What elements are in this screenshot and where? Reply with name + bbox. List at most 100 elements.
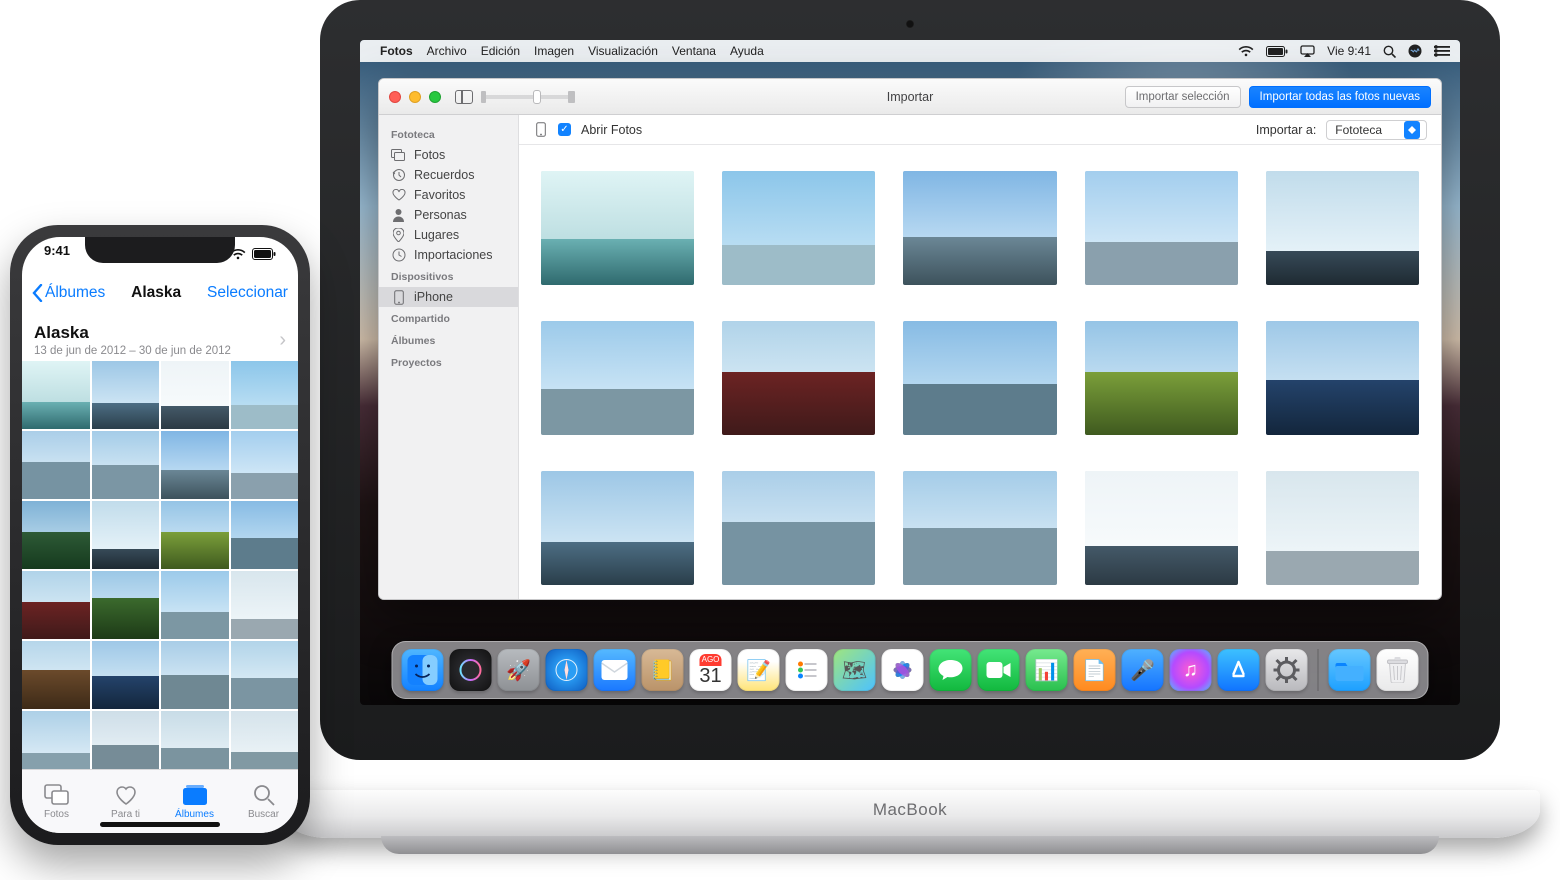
sidebar-item-iphone[interactable]: iPhone <box>379 287 518 307</box>
sidebar-item-imports[interactable]: Importaciones <box>379 245 518 265</box>
back-button[interactable]: Álbumes <box>32 284 105 302</box>
dock-downloads-folder[interactable] <box>1329 649 1371 691</box>
photo-thumbnail[interactable] <box>22 711 90 769</box>
photo-thumbnail[interactable] <box>22 641 90 709</box>
photo-thumbnail[interactable] <box>92 501 160 569</box>
photo-thumbnail[interactable] <box>231 431 299 499</box>
photo-thumbnail[interactable] <box>903 171 1056 285</box>
sidebar-item-favorites[interactable]: Favoritos <box>379 185 518 205</box>
dock-app-keynote[interactable]: 🎤 <box>1122 649 1164 691</box>
photo-thumbnail[interactable] <box>22 571 90 639</box>
dock-app-safari[interactable] <box>546 649 588 691</box>
photo-thumbnail[interactable] <box>92 571 160 639</box>
spotlight-icon[interactable] <box>1383 45 1396 58</box>
dock-trash[interactable] <box>1377 649 1419 691</box>
photo-thumbnail[interactable] <box>161 361 229 429</box>
photo-thumbnail[interactable] <box>92 711 160 769</box>
dock-app-calendar[interactable]: AGO 31 <box>690 649 732 691</box>
menubar-item[interactable]: Ayuda <box>730 44 764 58</box>
dock-app-facetime[interactable] <box>978 649 1020 691</box>
select-button[interactable]: Seleccionar <box>207 284 288 302</box>
dock-app-mail[interactable] <box>594 649 636 691</box>
dock-app-contacts[interactable]: 📒 <box>642 649 684 691</box>
photo-thumbnail[interactable] <box>1085 471 1238 585</box>
photo-thumbnail[interactable] <box>1266 171 1419 285</box>
sidebar-item-memories[interactable]: Recuerdos <box>379 165 518 185</box>
photo-thumbnail[interactable] <box>231 641 299 709</box>
dock-app-numbers[interactable]: 📊 <box>1026 649 1068 691</box>
close-button[interactable] <box>389 91 401 103</box>
tab-search[interactable]: Buscar <box>248 784 279 820</box>
photo-thumbnail[interactable] <box>903 321 1056 435</box>
menubar-item[interactable]: Imagen <box>534 44 574 58</box>
photo-thumbnail[interactable] <box>231 711 299 769</box>
airplay-icon[interactable] <box>1300 45 1315 57</box>
photo-thumbnail[interactable] <box>22 361 90 429</box>
dock-app-preferences[interactable] <box>1266 649 1308 691</box>
photo-thumbnail[interactable] <box>92 431 160 499</box>
sidebar-item-people[interactable]: Personas <box>379 205 518 225</box>
notifications-icon[interactable] <box>1434 45 1450 57</box>
photo-thumbnail[interactable] <box>903 471 1056 585</box>
dock-app-photos[interactable] <box>882 649 924 691</box>
photo-thumbnail[interactable] <box>541 171 694 285</box>
import-selection-button[interactable]: Importar selección <box>1125 86 1241 108</box>
fullscreen-button[interactable] <box>429 91 441 103</box>
dock-app-maps[interactable]: 🗺 <box>834 649 876 691</box>
battery-icon[interactable] <box>1266 46 1288 57</box>
sidebar-section-header[interactable]: Proyectos <box>379 351 518 373</box>
photo-thumbnail[interactable] <box>161 571 229 639</box>
tab-foryou[interactable]: Para ti <box>111 784 140 820</box>
photo-thumbnail[interactable] <box>1266 321 1419 435</box>
photo-thumbnail[interactable] <box>161 641 229 709</box>
thumbnail-zoom-slider[interactable] <box>483 95 573 99</box>
menubar-item[interactable]: Edición <box>481 44 520 58</box>
album-header[interactable]: Alaska 13 de jun de 2012 – 30 de jun de … <box>22 317 298 367</box>
photo-thumbnail[interactable] <box>231 361 299 429</box>
window-titlebar[interactable]: Importar Importar selección Importar tod… <box>379 79 1441 115</box>
photo-thumbnail[interactable] <box>161 501 229 569</box>
dock-app-siri[interactable] <box>450 649 492 691</box>
tab-photos[interactable]: Fotos <box>44 784 70 820</box>
sidebar-toggle-icon[interactable] <box>455 90 473 104</box>
wifi-icon[interactable] <box>1238 45 1254 57</box>
dock-app-reminders[interactable] <box>786 649 828 691</box>
photo-thumbnail[interactable] <box>722 471 875 585</box>
home-indicator[interactable] <box>100 822 220 827</box>
menubar-item[interactable]: Ventana <box>672 44 716 58</box>
photo-thumbnail[interactable] <box>722 171 875 285</box>
tab-albums[interactable]: Álbumes <box>175 784 214 820</box>
minimize-button[interactable] <box>409 91 421 103</box>
dock-app-launchpad[interactable]: 🚀 <box>498 649 540 691</box>
photo-thumbnail[interactable] <box>161 711 229 769</box>
photo-thumbnail[interactable] <box>541 471 694 585</box>
dock-app-finder[interactable] <box>402 649 444 691</box>
photo-thumbnail[interactable] <box>92 641 160 709</box>
dock-app-appstore[interactable] <box>1218 649 1260 691</box>
photo-thumbnail[interactable] <box>92 361 160 429</box>
dock-app-notes[interactable]: 📝 <box>738 649 780 691</box>
photo-thumbnail[interactable] <box>231 571 299 639</box>
dock-app-itunes[interactable]: ♫ <box>1170 649 1212 691</box>
siri-icon[interactable] <box>1408 44 1422 58</box>
photo-thumbnail[interactable] <box>722 321 875 435</box>
dock-app-pages[interactable]: 📄 <box>1074 649 1116 691</box>
photo-thumbnail[interactable] <box>541 321 694 435</box>
photo-thumbnail[interactable] <box>1085 171 1238 285</box>
photo-thumbnail[interactable] <box>231 501 299 569</box>
menubar-item[interactable]: Archivo <box>427 44 467 58</box>
photo-thumbnail[interactable] <box>161 431 229 499</box>
photo-thumbnail[interactable] <box>22 431 90 499</box>
dock-app-messages[interactable] <box>930 649 972 691</box>
photo-thumbnail[interactable] <box>1085 321 1238 435</box>
sidebar-item-places[interactable]: Lugares <box>379 225 518 245</box>
photo-thumbnail[interactable] <box>22 501 90 569</box>
sidebar-section-header[interactable]: Álbumes <box>379 329 518 351</box>
menubar-clock[interactable]: Vie 9:41 <box>1327 44 1371 58</box>
sidebar-section-header[interactable]: Compartido <box>379 307 518 329</box>
open-photos-checkbox[interactable]: ✓ <box>558 123 571 136</box>
photo-thumbnail[interactable] <box>1266 471 1419 585</box>
import-all-button[interactable]: Importar todas las fotos nuevas <box>1249 86 1431 108</box>
import-to-select[interactable]: Fototeca <box>1326 120 1427 140</box>
menubar-item[interactable]: Visualización <box>588 44 658 58</box>
